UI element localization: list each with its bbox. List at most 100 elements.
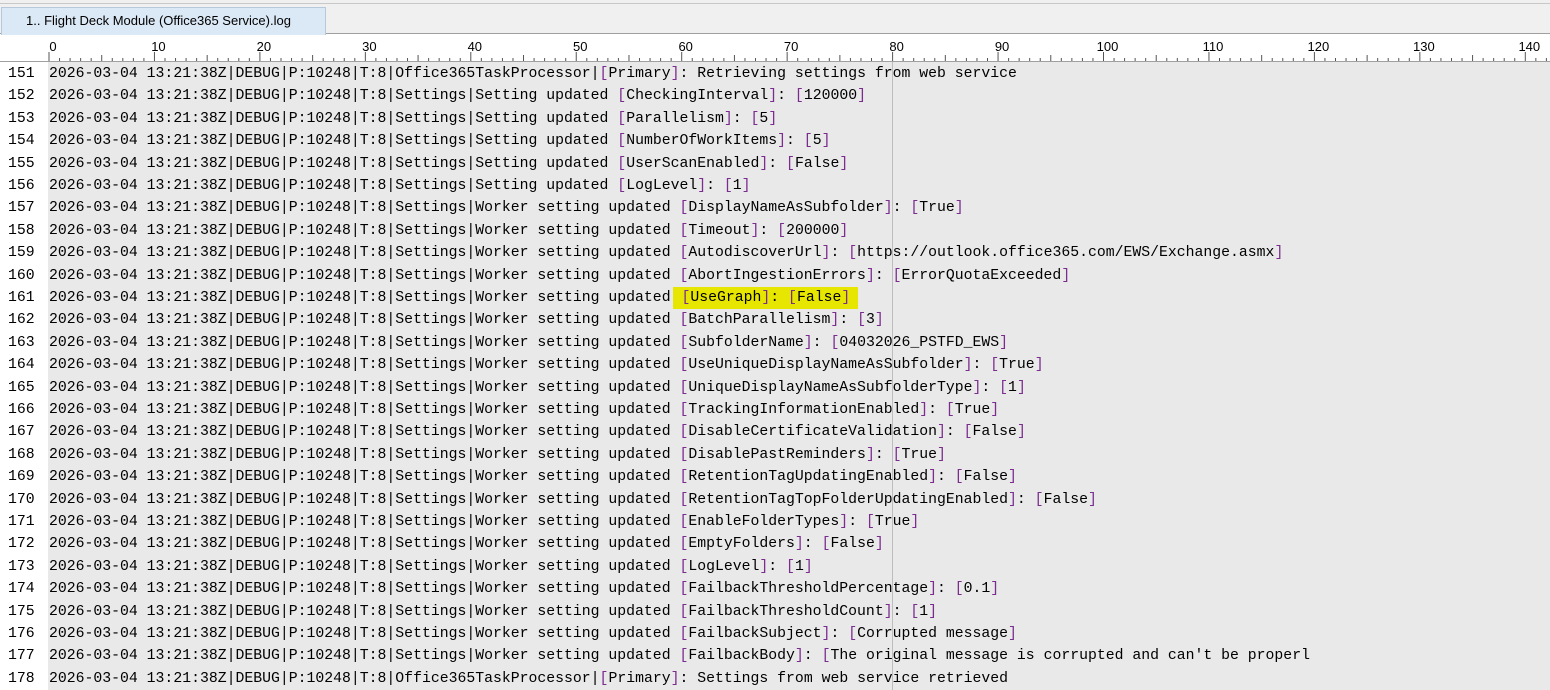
line-text: 2026-03-04 13:21:38Z|DEBUG|P:10248|T:8|S… — [49, 332, 1008, 354]
line-prefix: 2026-03-04 13:21:38Z|DEBUG|P:10248|T:8|S… — [49, 357, 680, 374]
line-prefix: 2026-03-04 13:21:38Z|DEBUG|P:10248|T:8|S… — [49, 491, 680, 508]
setting-key: [Parallelism] — [617, 110, 733, 127]
line-prefix: 2026-03-04 13:21:38Z|DEBUG|P:10248|T:8|S… — [49, 514, 680, 530]
log-line[interactable]: 174 2026-03-04 13:21:38Z|DEBUG|P:10248|T:… — [0, 578, 1550, 600]
log-editor[interactable]: 151 2026-03-04 13:21:38Z|DEBUG|P:10248|T:… — [0, 62, 1550, 690]
log-line[interactable]: 173 2026-03-04 13:21:38Z|DEBUG|P:10248|T:… — [0, 556, 1550, 578]
ruler-label: 60 — [678, 39, 692, 54]
line-text: 2026-03-04 13:21:38Z|DEBUG|P:10248|T:8|S… — [49, 399, 999, 421]
ruler-label: 80 — [889, 39, 903, 54]
log-line[interactable]: 169 2026-03-04 13:21:38Z|DEBUG|P:10248|T:… — [0, 466, 1550, 488]
tab-log-file[interactable]: 1.. Flight Deck Module (Office365 Servic… — [1, 7, 326, 35]
setting-key: [UseUniqueDisplayNameAsSubfolder] — [679, 357, 973, 374]
log-line[interactable]: 156 2026-03-04 13:21:38Z|DEBUG|P:10248|T:… — [0, 175, 1550, 197]
separator: : — [759, 222, 778, 239]
setting-key: [LogLevel] — [617, 178, 707, 194]
setting-key: [RetentionTagTopFolderUpdatingEnabled] — [679, 491, 1017, 508]
column-ruler: 0 10 20 30 40 50 60 70 80 90 100 110 120 130 140 — [0, 36, 1550, 62]
setting-value: [https://outlook.office365.com/EWS/Excha… — [848, 245, 1284, 262]
line-text: 2026-03-04 13:21:38Z|DEBUG|P:10248|T:8|S… — [49, 242, 1283, 264]
log-line[interactable]: 161 2026-03-04 13:21:38Z|DEBUG|P:10248|T:… — [0, 287, 1550, 309]
setting-value: [1] — [910, 603, 938, 620]
setting-key: [FailbackThresholdCount] — [679, 603, 893, 620]
ruler-label: 20 — [257, 39, 271, 54]
setting-value: [3] — [857, 312, 884, 329]
log-line[interactable]: 171 2026-03-04 13:21:38Z|DEBUG|P:10248|T:… — [0, 511, 1550, 533]
setting-key: [Primary] — [599, 66, 680, 82]
line-text: 2026-03-04 13:21:38Z|DEBUG|P:10248|T:8|O… — [49, 63, 1017, 85]
log-line[interactable]: 152 2026-03-04 13:21:38Z|DEBUG|P:10248|T:… — [0, 85, 1550, 107]
line-number: 178 — [8, 670, 35, 687]
setting-key: [Primary] — [599, 670, 680, 687]
log-line[interactable]: 160 2026-03-04 13:21:38Z|DEBUG|P:10248|T:… — [0, 265, 1550, 287]
separator: : — [732, 110, 751, 127]
setting-key: [DisablePastReminders] — [679, 446, 875, 463]
line-number: 161 — [8, 290, 35, 306]
separator: : — [839, 312, 858, 329]
log-line[interactable]: 157 2026-03-04 13:21:38Z|DEBUG|P:10248|T:… — [0, 197, 1550, 219]
line-number: 155 — [8, 155, 35, 172]
log-line[interactable]: 172 2026-03-04 13:21:38Z|DEBUG|P:10248|T:… — [0, 533, 1550, 555]
line-prefix: 2026-03-04 13:21:38Z|DEBUG|P:10248|T:8|S… — [49, 267, 680, 284]
setting-value: [1] — [786, 558, 813, 575]
setting-value: [5] — [803, 133, 831, 150]
line-text: 2026-03-04 13:21:38Z|DEBUG|P:10248|T:8|S… — [49, 645, 1310, 667]
log-line[interactable]: 154 2026-03-04 13:21:38Z|DEBUG|P:10248|T:… — [0, 130, 1550, 152]
line-text: 2026-03-04 13:21:38Z|DEBUG|P:10248|T:8|S… — [49, 175, 751, 197]
separator: : — [874, 446, 893, 463]
separator: : — [874, 267, 893, 284]
log-line[interactable]: 159 2026-03-04 13:21:38Z|DEBUG|P:10248|T:… — [0, 242, 1550, 264]
line-prefix: 2026-03-04 13:21:38Z|DEBUG|P:10248|T:8|S… — [49, 581, 680, 598]
line-prefix: 2026-03-04 13:21:38Z|DEBUG|P:10248|T:8|S… — [49, 178, 618, 194]
setting-value: [True] — [865, 514, 920, 530]
setting-key: [UniqueDisplayNameAsSubfolderType] — [679, 379, 982, 396]
separator: : — [706, 178, 724, 194]
line-prefix: 2026-03-04 13:21:38Z|DEBUG|P:10248|T:8|S… — [49, 379, 680, 396]
log-line[interactable]: 168 2026-03-04 13:21:38Z|DEBUG|P:10248|T:… — [0, 444, 1550, 466]
log-line[interactable]: 163 2026-03-04 13:21:38Z|DEBUG|P:10248|T:… — [0, 332, 1550, 354]
setting-value: [False] — [1034, 491, 1097, 508]
line-number: 154 — [8, 133, 35, 150]
line-prefix: 2026-03-04 13:21:38Z|DEBUG|P:10248|T:8|S… — [49, 222, 680, 239]
line-number: 159 — [8, 245, 35, 262]
line-text: 2026-03-04 13:21:38Z|DEBUG|P:10248|T:8|S… — [49, 153, 848, 175]
separator: : — [981, 379, 1000, 396]
log-line[interactable]: 167 2026-03-04 13:21:38Z|DEBUG|P:10248|T:… — [0, 421, 1550, 443]
separator: : — [892, 200, 911, 217]
log-line[interactable]: 155 2026-03-04 13:21:38Z|DEBUG|P:10248|T:… — [0, 153, 1550, 175]
line-text: 2026-03-04 13:21:38Z|DEBUG|P:10248|T:8|S… — [49, 489, 1097, 511]
line-text: 2026-03-04 13:21:38Z|DEBUG|P:10248|T:8|S… — [49, 354, 1044, 376]
line-text: 2026-03-04 13:21:38Z|DEBUG|P:10248|T:8|S… — [49, 287, 859, 309]
setting-value: [The original message is corrupted and c… — [821, 648, 1310, 665]
setting-key: [FailbackThresholdPercentage] — [679, 581, 937, 598]
line-number: 168 — [8, 446, 35, 463]
setting-value: [ErrorQuotaExceeded] — [892, 267, 1071, 284]
log-line[interactable]: 175 2026-03-04 13:21:38Z|DEBUG|P:10248|T:… — [0, 601, 1550, 623]
line-number: 173 — [8, 558, 35, 575]
log-line[interactable]: 166 2026-03-04 13:21:38Z|DEBUG|P:10248|T:… — [0, 399, 1550, 421]
line-prefix: 2026-03-04 13:21:38Z|DEBUG|P:10248|T:8|S… — [49, 558, 680, 575]
setting-value: [True] — [990, 357, 1044, 374]
separator: : — [936, 469, 955, 486]
log-line[interactable]: 151 2026-03-04 13:21:38Z|DEBUG|P:10248|T:… — [0, 63, 1550, 85]
line-text: 2026-03-04 13:21:38Z|DEBUG|P:10248|T:8|O… — [49, 668, 1008, 690]
log-line[interactable]: 178 2026-03-04 13:21:38Z|DEBUG|P:10248|T:… — [0, 668, 1550, 690]
setting-key: [CheckingInterval] — [617, 88, 778, 105]
log-line[interactable]: 153 2026-03-04 13:21:38Z|DEBUG|P:10248|T:… — [0, 108, 1550, 130]
line-number: 167 — [8, 424, 35, 441]
log-line[interactable]: 164 2026-03-04 13:21:38Z|DEBUG|P:10248|T:… — [0, 354, 1550, 376]
log-line[interactable]: 162 2026-03-04 13:21:38Z|DEBUG|P:10248|T:… — [0, 309, 1550, 331]
line-text: 2026-03-04 13:21:38Z|DEBUG|P:10248|T:8|S… — [49, 601, 937, 623]
log-line[interactable]: 165 2026-03-04 13:21:38Z|DEBUG|P:10248|T:… — [0, 377, 1550, 399]
log-line[interactable]: 170 2026-03-04 13:21:38Z|DEBUG|P:10248|T:… — [0, 489, 1550, 511]
log-line[interactable]: 176 2026-03-04 13:21:38Z|DEBUG|P:10248|T:… — [0, 623, 1550, 645]
setting-value: [1] — [999, 379, 1026, 396]
line-number: 152 — [8, 88, 35, 105]
ruler-label: 100 — [1097, 39, 1119, 54]
setting-value: [True] — [910, 200, 964, 217]
log-line[interactable]: 177 2026-03-04 13:21:38Z|DEBUG|P:10248|T:… — [0, 645, 1550, 667]
setting-key: [DisplayNameAsSubfolder] — [679, 200, 893, 217]
line-number: 174 — [8, 581, 35, 598]
log-line[interactable]: 158 2026-03-04 13:21:38Z|DEBUG|P:10248|T:… — [0, 220, 1550, 242]
ruler-label: 0 — [49, 39, 56, 54]
